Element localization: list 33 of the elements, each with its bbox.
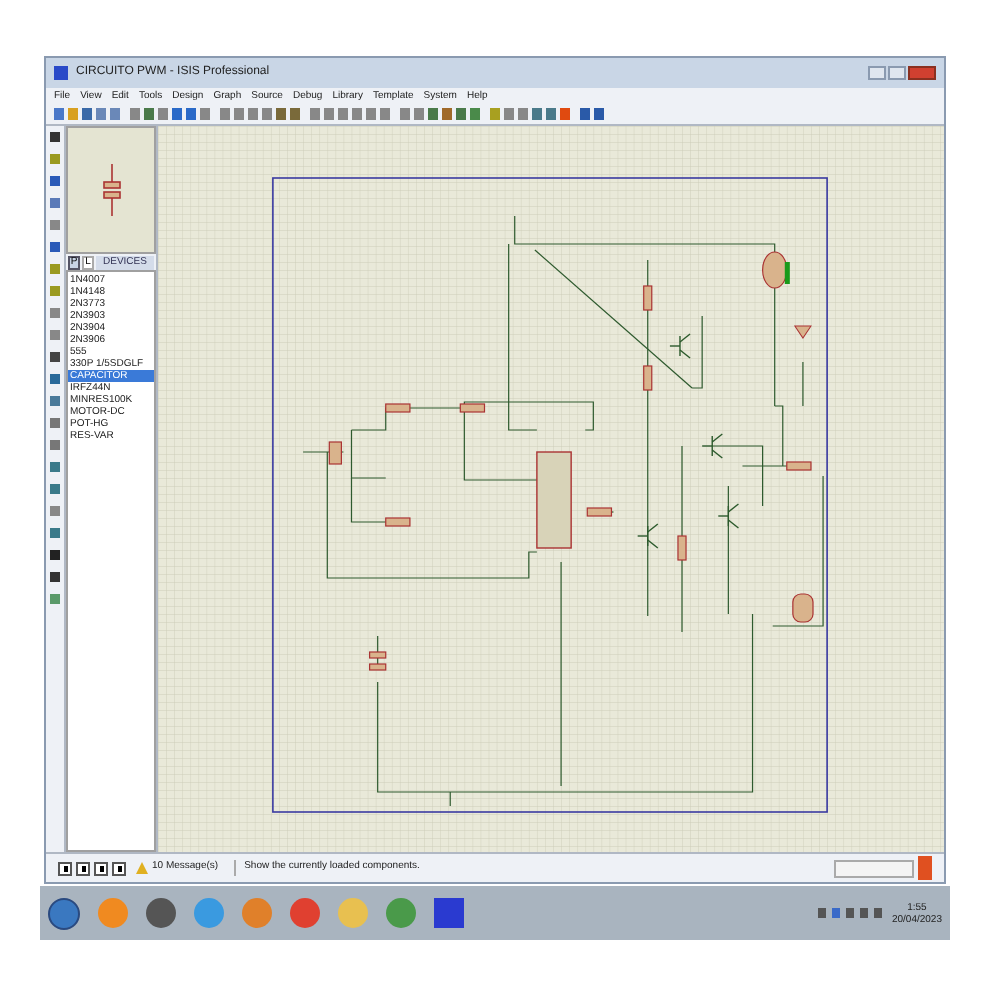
tool-icon[interactable] (50, 154, 60, 164)
tool-icon[interactable] (50, 484, 60, 494)
tool-icon[interactable] (50, 330, 60, 340)
tool-icon[interactable] (50, 132, 60, 142)
tool-icon[interactable] (50, 220, 60, 230)
taskbar-icon[interactable] (386, 898, 416, 928)
tool-icon[interactable] (50, 286, 60, 296)
taskbar-icon[interactable] (290, 898, 320, 928)
tool-icon[interactable] (50, 462, 60, 472)
tool-icon[interactable] (50, 242, 60, 252)
tool-icon[interactable] (50, 572, 60, 582)
tool-icon[interactable] (50, 550, 60, 560)
tool-icon[interactable] (50, 374, 60, 384)
app-icon (54, 66, 68, 80)
tool-icon[interactable] (50, 418, 60, 428)
tool-icon[interactable] (50, 176, 60, 186)
start-button[interactable] (48, 897, 80, 929)
tool-icon[interactable] (50, 506, 60, 516)
coordinates-field (834, 859, 914, 877)
tool-icon[interactable] (50, 264, 60, 274)
tool-icon[interactable] (50, 594, 60, 604)
tool-icon[interactable] (50, 198, 60, 208)
tool-icon[interactable] (50, 528, 60, 538)
tool-icon[interactable] (50, 440, 60, 450)
close-button[interactable] (908, 66, 936, 80)
maximize-button[interactable] (888, 66, 906, 80)
warning-icon (136, 862, 148, 874)
minimize-button[interactable] (868, 66, 886, 80)
taskbar-icon[interactable] (146, 898, 176, 928)
tool-icon[interactable] (50, 308, 60, 318)
tool-icon[interactable] (50, 396, 60, 406)
tool-icon[interactable] (50, 352, 60, 362)
capacitor-icon (101, 164, 121, 216)
